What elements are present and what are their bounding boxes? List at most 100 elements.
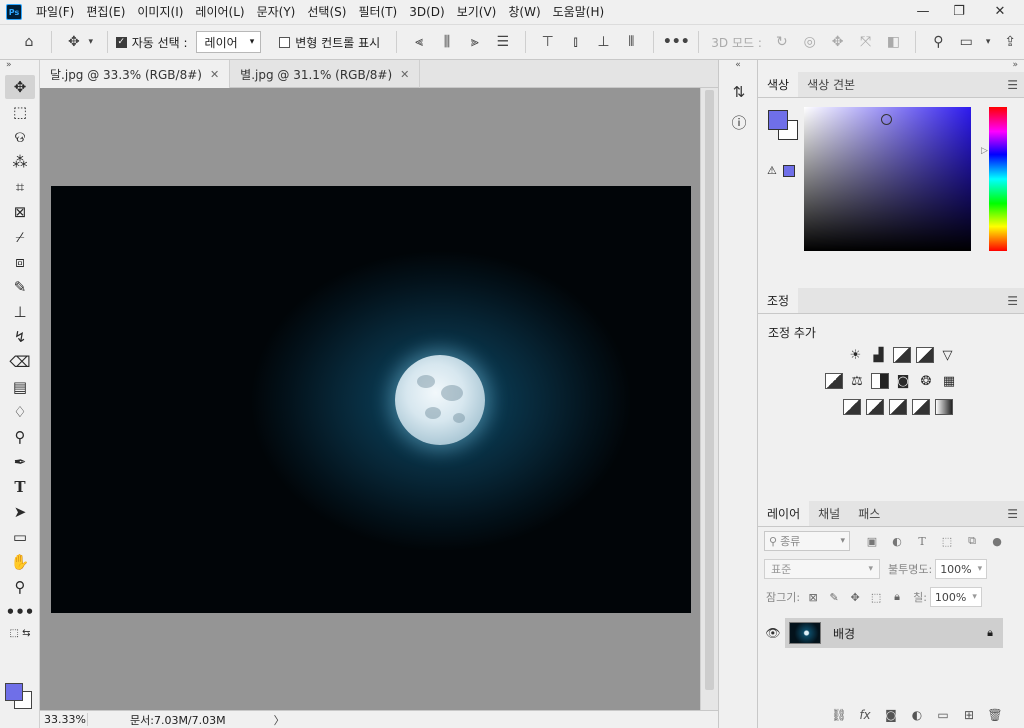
delete-layer-icon[interactable]: 🗑︎ <box>982 708 1008 722</box>
history-brush-tool-icon[interactable]: ↯ <box>5 325 35 349</box>
gradient-map-icon[interactable] <box>911 399 930 415</box>
menu-view[interactable]: 보기(V) <box>451 0 503 24</box>
panel-menu-icon[interactable]: ☰ <box>1007 507 1018 521</box>
vertical-scrollbar[interactable] <box>700 88 718 710</box>
align-right-icon[interactable]: ⫸ <box>464 31 486 53</box>
menu-file[interactable]: 파일(F) <box>30 0 80 24</box>
brightness-contrast-icon[interactable]: ☀ <box>847 347 865 363</box>
shape-filter-icon[interactable]: ⬚ <box>939 534 955 548</box>
tab-moon-document[interactable]: 달.jpg @ 33.3% (RGB/8#) ✕ <box>40 60 231 88</box>
move-tool-preset-icon[interactable]: ✥ <box>63 31 85 53</box>
layer-selected[interactable]: 배경 🔒︎ <box>785 618 1003 648</box>
tab-star-document[interactable]: 별.jpg @ 31.1% (RGB/8#) ✕ <box>230 60 421 88</box>
tab-color[interactable]: 색상 <box>758 71 799 97</box>
rectangle-tool-icon[interactable]: ▭ <box>5 525 35 549</box>
scrollbar-thumb[interactable] <box>705 90 714 690</box>
menu-select[interactable]: 선택(S) <box>301 0 352 24</box>
tab-paths[interactable]: 패스 <box>849 500 889 526</box>
crop-tool-icon[interactable]: ⌗ <box>5 175 35 199</box>
eraser-tool-icon[interactable]: ⌫ <box>5 350 35 374</box>
type-tool-icon[interactable]: T <box>5 475 35 499</box>
close-button[interactable]: ✕ <box>978 0 1022 22</box>
menu-help[interactable]: 도움말(H) <box>547 0 611 24</box>
auto-select-target-dropdown[interactable]: 레이어 ▾ <box>195 31 262 53</box>
tab-swatches[interactable]: 색상 견본 <box>798 71 864 97</box>
color-lookup-icon[interactable]: ▦ <box>940 373 958 389</box>
marquee-tool-icon[interactable]: ⬚ <box>5 100 35 124</box>
hand-tool-icon[interactable]: ✋ <box>5 550 35 574</box>
document-image[interactable] <box>51 186 691 613</box>
lock-artboard-icon[interactable]: ⬚ <box>868 591 884 604</box>
hue-slider[interactable] <box>989 107 1007 251</box>
more-options-icon[interactable]: ••• <box>663 31 690 53</box>
new-adjustment-icon[interactable]: ◐ <box>904 708 930 722</box>
panel-menu-icon[interactable]: ☰ <box>1007 294 1018 308</box>
collapse-icon[interactable]: « <box>719 60 757 74</box>
posterize-icon[interactable] <box>865 399 884 415</box>
gamut-color-swatch[interactable] <box>783 165 795 177</box>
tab-channels[interactable]: 채널 <box>809 500 849 526</box>
exposure-icon[interactable] <box>915 347 934 363</box>
layer-filter-dropdown[interactable]: ⚲ 종류 ▾ <box>764 531 850 551</box>
distribute-icon[interactable]: ☰ <box>492 31 514 53</box>
brush-tool-icon[interactable]: ✎ <box>5 275 35 299</box>
color-picker-cursor[interactable] <box>881 114 892 125</box>
close-tab-icon[interactable]: ✕ <box>210 68 219 81</box>
magic-wand-tool-icon[interactable]: ⁂ <box>5 150 35 174</box>
menu-window[interactable]: 창(W) <box>502 0 546 24</box>
threshold-icon[interactable] <box>888 399 907 415</box>
canvas-area[interactable] <box>40 88 700 710</box>
align-top-icon[interactable]: ⊤ <box>537 31 559 53</box>
hue-slider-handle[interactable]: ▷ <box>981 146 988 156</box>
zoom-level[interactable]: 33.33% <box>40 713 88 726</box>
type-filter-icon[interactable]: T <box>914 534 930 548</box>
lock-all-icon[interactable]: 🔒︎ <box>889 590 905 604</box>
clone-stamp-tool-icon[interactable]: ⊥ <box>5 300 35 324</box>
share-icon[interactable]: ⇪ <box>999 31 1021 53</box>
new-layer-icon[interactable]: ⊞ <box>956 708 982 722</box>
align-bottom-icon[interactable]: ⊥ <box>593 31 615 53</box>
tab-layers[interactable]: 레이어 <box>758 500 810 526</box>
3d-orbit-icon[interactable]: ↻ <box>771 31 793 53</box>
chevron-right-icon[interactable]: 〉 <box>274 712 285 728</box>
eyedropper-tool-icon[interactable]: ⌿ <box>5 225 35 249</box>
gradient-tool-icon[interactable]: ▤ <box>5 375 35 399</box>
auto-select-checkbox[interactable]: ✓ <box>115 36 127 48</box>
invert-icon[interactable] <box>842 399 861 415</box>
home-icon[interactable]: ⌂ <box>18 31 40 53</box>
color-balance-icon[interactable]: ⚖ <box>848 373 866 389</box>
tab-adjustments[interactable]: 조정 <box>758 287 799 313</box>
adjustment-filter-icon[interactable]: ◐ <box>889 534 905 548</box>
search-icon[interactable]: ⚲ <box>927 31 949 53</box>
align-left-icon[interactable]: ⫷ <box>408 31 430 53</box>
new-group-icon[interactable]: ▭ <box>930 708 956 722</box>
chevron-down-icon[interactable]: ▾ <box>983 31 993 53</box>
layer-style-icon[interactable]: fx <box>852 708 878 722</box>
chevron-down-icon[interactable]: ▾ <box>86 31 96 53</box>
blend-mode-dropdown[interactable]: 표준 ▾ <box>764 559 880 579</box>
layer-row[interactable]: 👁︎ 배경 🔒︎ <box>758 616 1024 650</box>
smart-object-filter-icon[interactable]: ⧉ <box>964 534 980 548</box>
blur-tool-icon[interactable]: ♢ <box>5 400 35 424</box>
history-panel-icon[interactable]: ⇅ <box>727 80 751 104</box>
menu-3d[interactable]: 3D(D) <box>403 0 450 24</box>
levels-icon[interactable]: ▟ <box>870 347 888 363</box>
vibrance-icon[interactable]: ▽ <box>939 347 957 363</box>
3d-pan-icon[interactable]: ✥ <box>827 31 849 53</box>
distribute-vertical-icon[interactable]: ⦀ <box>620 31 642 53</box>
pixel-filter-icon[interactable]: ▣ <box>864 534 880 548</box>
3d-slide-icon[interactable]: ⤧ <box>855 31 877 53</box>
filter-toggle-icon[interactable]: ● <box>989 534 1005 548</box>
lock-transparent-icon[interactable]: ⊠ <box>805 591 821 604</box>
lasso-tool-icon[interactable]: ଡ <box>5 125 35 149</box>
opacity-input[interactable]: 100% ▾ <box>935 559 988 579</box>
align-center-icon[interactable]: ⫼ <box>436 31 458 53</box>
lock-image-icon[interactable]: ✎ <box>826 591 842 604</box>
channel-mixer-icon[interactable]: ❂ <box>917 373 935 389</box>
dodge-tool-icon[interactable]: ⚲ <box>5 425 35 449</box>
menu-filter[interactable]: 필터(T) <box>352 0 403 24</box>
link-layers-icon[interactable]: ⛓ <box>826 708 852 722</box>
workspace-icon[interactable]: ▭ <box>955 31 977 53</box>
move-tool-icon[interactable]: ✥ <box>5 75 35 99</box>
3d-roll-icon[interactable]: ◎ <box>799 31 821 53</box>
